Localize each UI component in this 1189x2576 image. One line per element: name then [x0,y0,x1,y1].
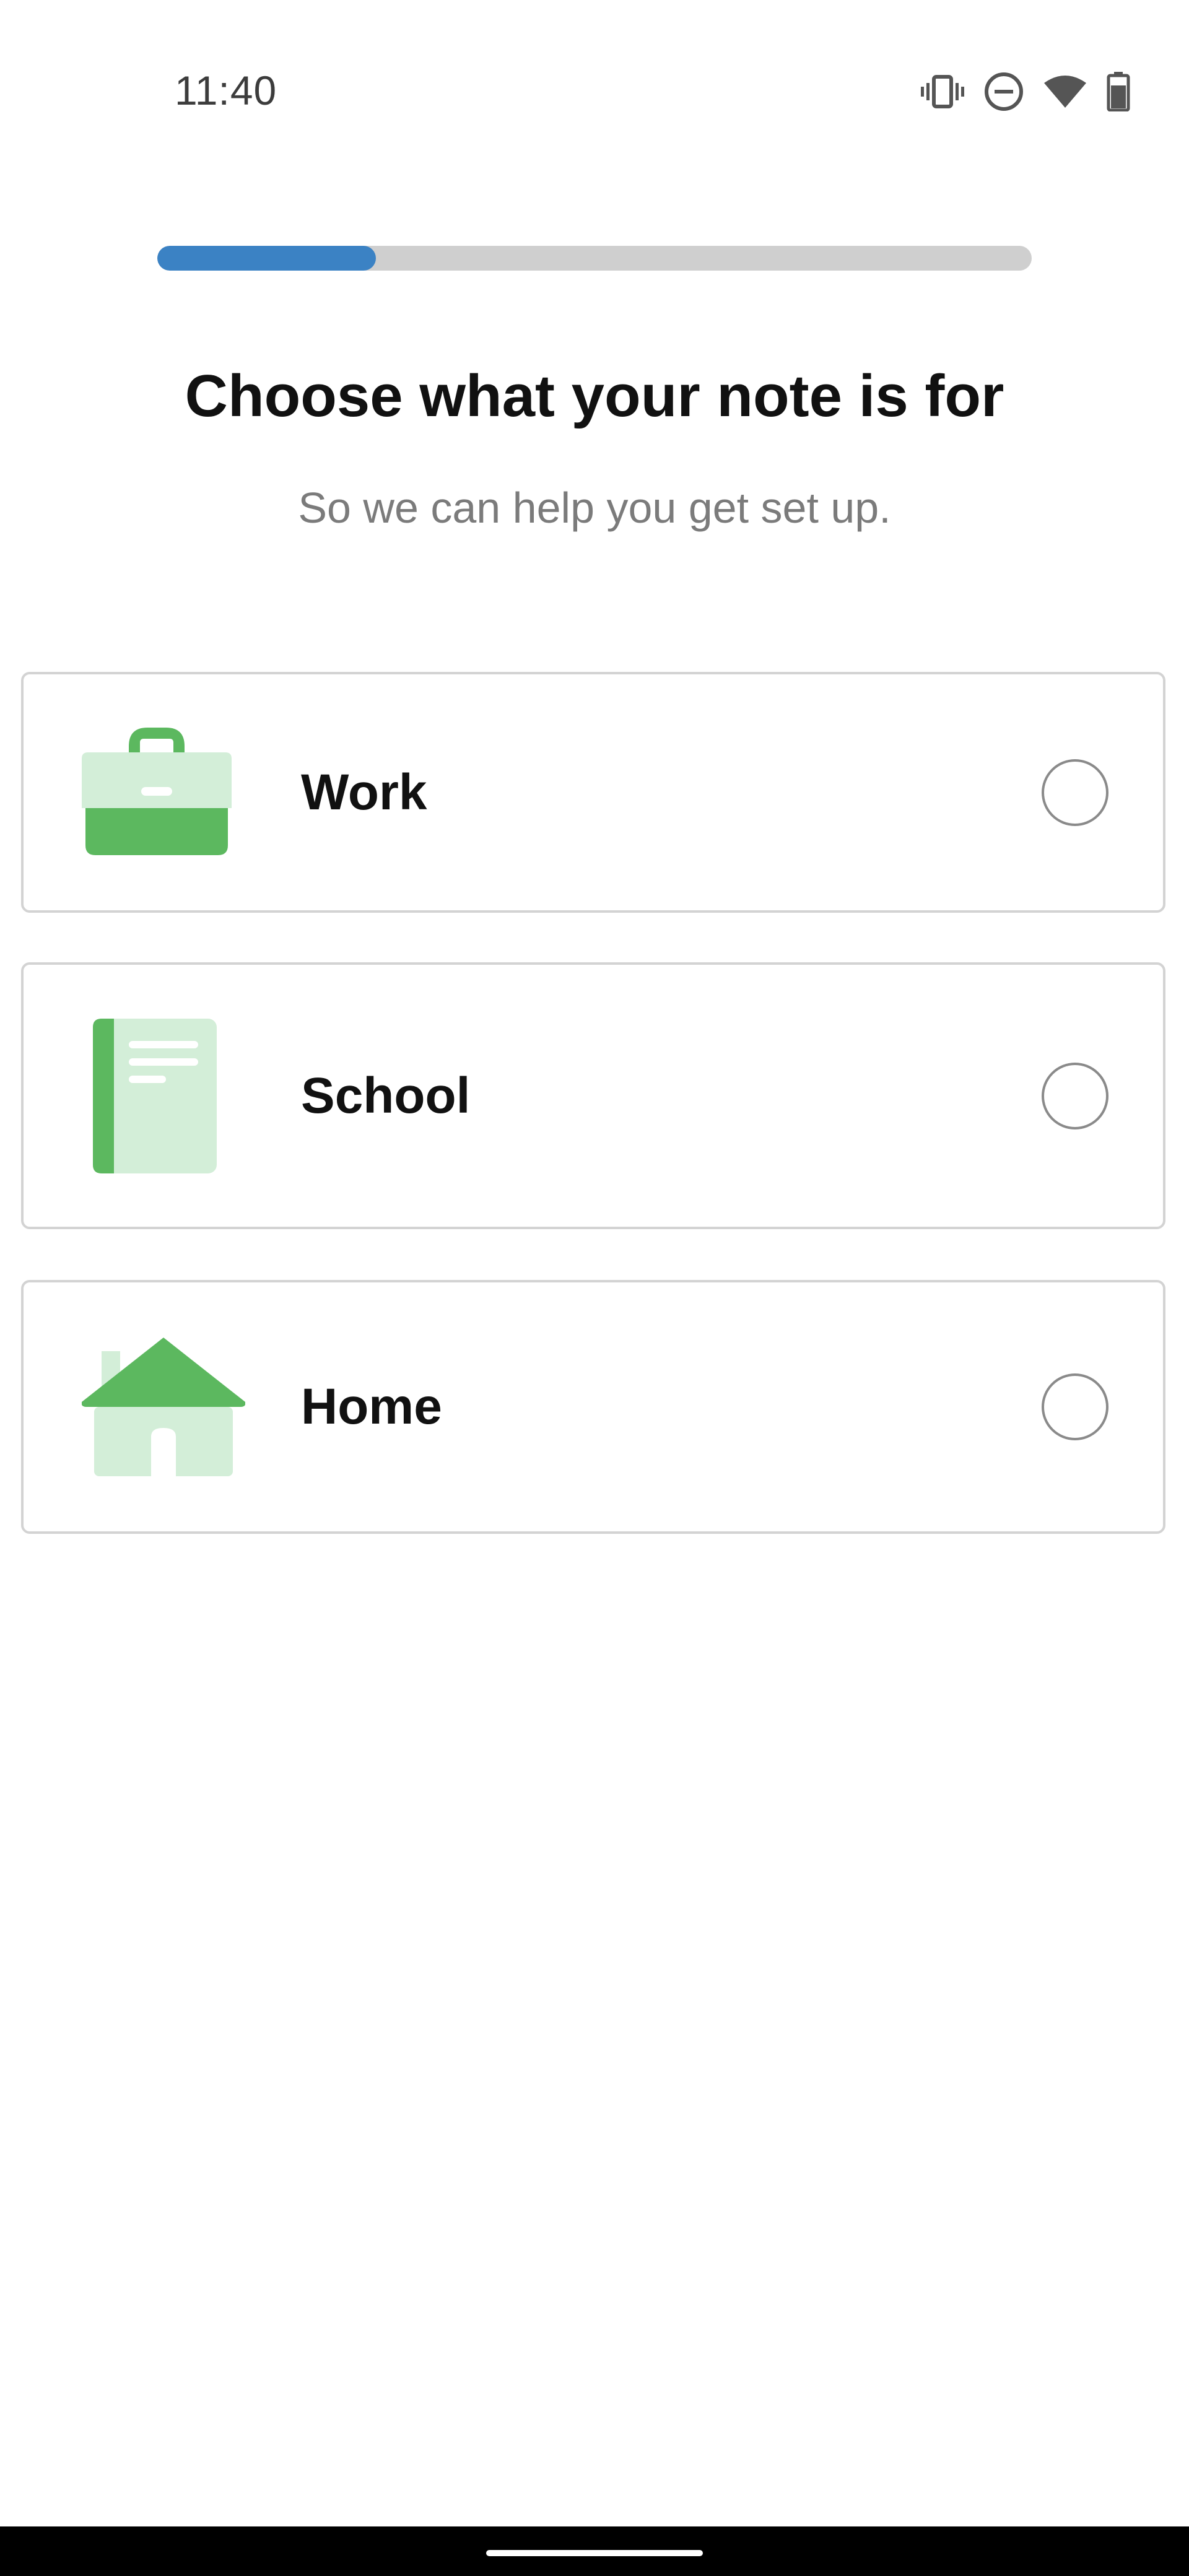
option-work-label: Work [301,764,427,820]
page-subtitle: So we can help you get set up. [298,484,891,532]
option-school[interactable]: School [21,962,1165,1229]
option-school-label: School [301,1067,471,1124]
status-icons [920,67,1131,116]
option-home-label: Home [301,1378,442,1435]
navigation-bar [0,2526,1189,2576]
home-gesture-handle[interactable] [486,2550,703,2556]
page-title: Choose what your note is for [185,363,1004,429]
briefcase-icon [79,727,234,858]
vibrate-icon [920,73,965,110]
progress-bar [157,246,1032,271]
option-work[interactable]: Work [21,672,1165,913]
option-home-radio[interactable] [1042,1373,1108,1440]
wifi-icon [1043,73,1087,110]
progress-bar-fill [157,246,376,271]
do-not-disturb-icon [983,71,1024,112]
option-school-radio[interactable] [1042,1062,1108,1129]
status-time: 11:40 [175,67,277,113]
house-icon [82,1338,245,1476]
notebook-icon [93,1018,217,1173]
option-home[interactable]: Home [21,1280,1165,1534]
battery-icon [1106,72,1131,111]
onboarding-screen: 11:40 Choose what your note is for So we… [0,0,1189,2576]
option-work-radio[interactable] [1042,759,1108,826]
